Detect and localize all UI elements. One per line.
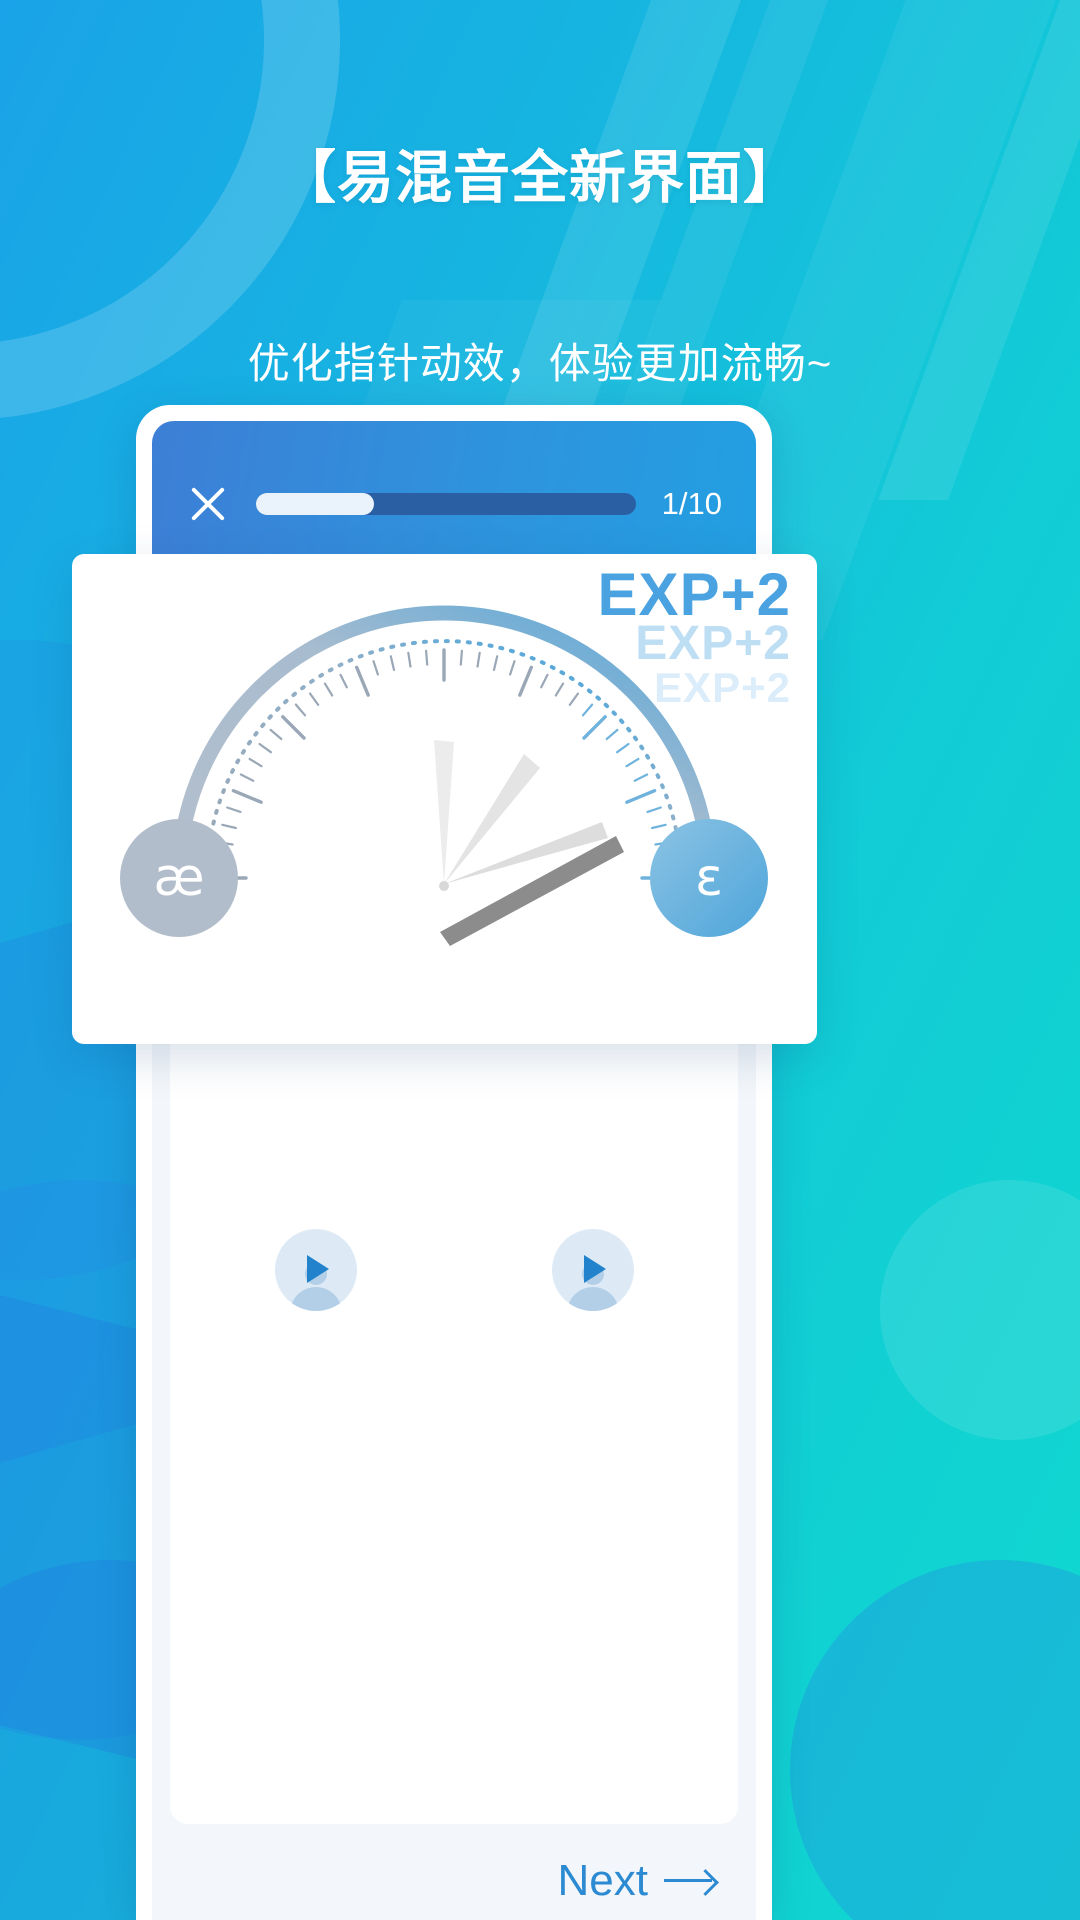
gauge-needles bbox=[434, 740, 624, 946]
mic-base bbox=[444, 1487, 464, 1491]
progress-bar bbox=[256, 492, 636, 515]
avatar-body bbox=[566, 1287, 619, 1311]
phoneme-left[interactable]: æ bbox=[120, 819, 238, 937]
gauge-dial bbox=[171, 605, 717, 946]
needle-pivot bbox=[439, 881, 449, 891]
promo-title: 【易混音全新界面】 bbox=[279, 146, 801, 210]
mic-arc bbox=[437, 1454, 471, 1476]
microphone-icon bbox=[437, 1428, 471, 1494]
play-triangle-icon bbox=[583, 1255, 606, 1283]
progress-bar-fill bbox=[256, 492, 374, 515]
play-icon-bed[interactable] bbox=[551, 1229, 634, 1311]
gauge-card: EXP+2 EXP+2 EXP+2 æ ɛ bbox=[72, 554, 817, 1044]
play-triangle-icon bbox=[306, 1255, 329, 1283]
promo-subtitle: 优化指针动效，体验更加流畅~ bbox=[247, 340, 833, 387]
needle-ghost-1 bbox=[434, 740, 454, 884]
arrow-right-icon bbox=[664, 1869, 716, 1893]
avatar-body bbox=[289, 1287, 342, 1311]
play-icon-bad[interactable] bbox=[274, 1229, 357, 1311]
phoneme-right[interactable]: ɛ bbox=[650, 819, 768, 937]
next-label: Next bbox=[557, 1856, 648, 1905]
next-button[interactable]: Next bbox=[558, 1856, 716, 1906]
close-icon[interactable] bbox=[186, 482, 230, 526]
needle-ghost-2 bbox=[444, 754, 540, 884]
progress-counter: 1/10 bbox=[661, 485, 722, 521]
mic-stem bbox=[452, 1474, 456, 1488]
